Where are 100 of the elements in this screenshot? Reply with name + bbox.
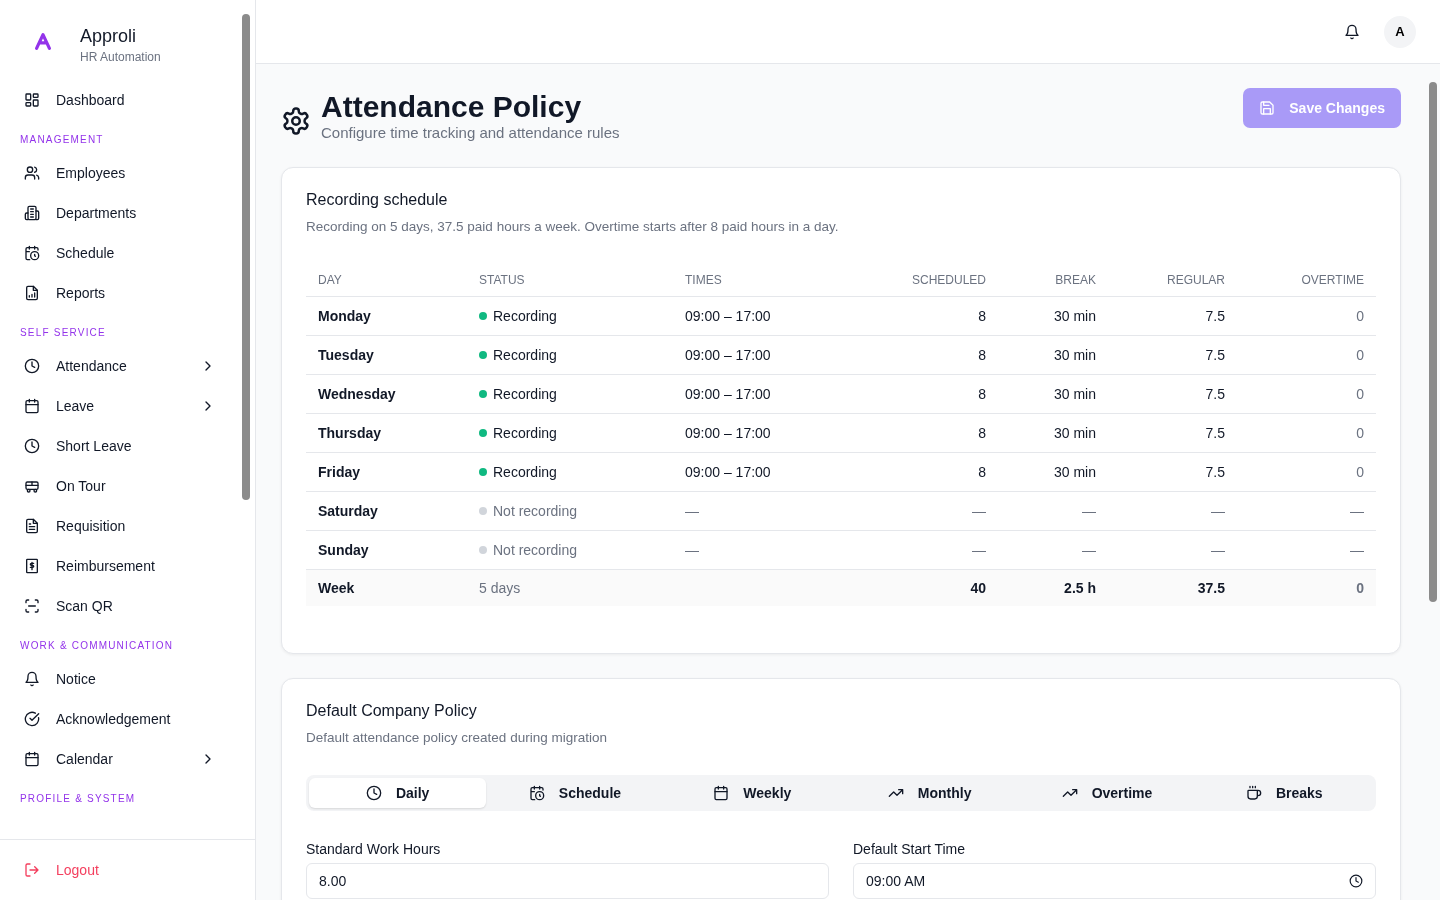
column-header: STATUS [478,273,526,287]
building-icon [24,205,40,221]
table-cell-text: — [971,542,987,558]
logout-icon [24,862,40,878]
table-cell-text: Wednesday [317,386,397,402]
nav-item[interactable]: Schedule [0,233,155,273]
table-cell-text: 0 [1355,347,1365,363]
tab[interactable]: Schedule [486,778,664,808]
nav-item[interactable]: Employees [0,153,166,193]
table-cell-text: 09:00 – 17:00 [684,347,772,363]
logo-icon [32,30,54,52]
column-header: REGULAR [1166,273,1226,287]
status-text: Not recording [493,503,578,519]
nav-item[interactable]: Reports [0,273,155,313]
table-cell-text: 30 min [1052,425,1097,441]
page-title: Attendance Policy [321,90,583,124]
table-cell-text: — [1349,503,1365,519]
tab[interactable]: Breaks [1195,778,1373,808]
table-cell-text: 7.5 [1204,308,1226,324]
status-text: Recording [493,347,557,363]
section-heading: PROFILE & SYSTEM [19,792,137,806]
file-chart-icon [24,285,40,301]
table-cell-text: 09:00 – 17:00 [684,308,772,324]
status-text: Recording [493,464,557,480]
status-text: Not recording [493,542,578,558]
table-cell-text: — [1210,503,1226,519]
table-cell-text: — [971,503,987,519]
table-cell-text: 7.5 [1204,347,1226,363]
table-cell-text: 2.5 h [1063,580,1097,596]
table-cell-text: — [1081,542,1097,558]
table-cell-text: 0 [1355,580,1365,596]
table-cell-text: Week [317,580,356,596]
logout-button[interactable]: Logout [0,850,155,890]
bell-icon [24,671,40,687]
table-cell-text: 8 [977,308,987,324]
card-title: Default Company Policy [306,702,478,720]
clock-icon [24,358,40,374]
table-cell-text: Monday [317,308,372,324]
table-cell-text: Thursday [317,425,382,441]
nav-item[interactable]: Acknowledgement [0,699,211,739]
tab[interactable]: Weekly [663,778,841,808]
card-description: Default attendance policy created during migration [306,730,608,745]
nav-item[interactable]: Requisition [0,506,166,546]
brand-subtitle: HR Automation [80,50,161,64]
cup-icon [1245,785,1262,801]
column-header: OVERTIME [1300,273,1365,287]
table-cell-text: — [684,503,700,519]
table-cell-text: — [1081,503,1097,519]
avatar-button[interactable]: A [1384,15,1416,48]
tab[interactable]: Overtime [1018,778,1196,808]
bell-icon [1344,23,1360,40]
bus-icon [24,478,40,494]
table-cell-text: 0 [1355,308,1365,324]
nav-item[interactable]: Leave [0,386,216,426]
scan-icon [24,598,40,614]
table-cell-text: 5 days [478,580,522,596]
table-cell-text: 8 [977,425,987,441]
table-cell-text: 30 min [1052,386,1097,402]
table-cell-text: Tuesday [317,347,375,363]
section-heading: MANAGEMENT [19,133,105,147]
table-cell-text: 09:00 – 17:00 [684,386,772,402]
status-text: Recording [493,386,557,402]
nav-item[interactable]: Short Leave [0,426,172,466]
tab[interactable]: Monthly [841,778,1019,808]
table-cell-text: — [684,542,700,558]
table-cell-text: 30 min [1052,308,1097,324]
nav-item[interactable]: Dashboard [0,80,165,120]
table-cell-text: Saturday [317,503,379,519]
scrollbar-thumb[interactable] [242,14,250,500]
table-cell-text: Sunday [317,542,370,558]
column-header: TIMES [684,273,723,287]
table-cell-text: 7.5 [1204,386,1226,402]
table-cell-text: Friday [317,464,361,480]
tab[interactable]: Daily [309,778,487,808]
scrollbar-thumb[interactable] [1429,82,1437,602]
nav-item[interactable]: Scan QR [0,586,155,626]
card-description: Recording on 5 days, 37.5 paid hours a week. Overtime starts after 8 paid hours in a day. [306,219,840,234]
table-cell-text: 0 [1355,464,1365,480]
time-field[interactable]: 09:00 AM [853,863,1376,899]
calendar-icon [24,398,40,414]
clock-icon [1349,874,1363,888]
table-cell-text: 8 [977,386,987,402]
table-cell-text: 0 [1355,386,1365,402]
calendar-icon [713,785,730,801]
nav-item[interactable]: Attendance [0,346,216,386]
table-cell-text: 0 [1355,425,1365,441]
nav-item[interactable]: Departments [0,193,177,233]
nav-item[interactable]: On Tour [0,466,155,506]
nav-item[interactable]: Calendar [0,739,216,779]
column-header: SCHEDULED [911,273,987,287]
field-label: Default Start Time [853,841,967,857]
nav-item[interactable]: Reimbursement [0,546,195,586]
table-cell-text: 7.5 [1204,425,1226,441]
column-header: BREAK [1054,273,1097,287]
table-cell-text: 09:00 – 17:00 [684,425,772,441]
nav-item[interactable]: Notice [0,659,155,699]
input-field[interactable]: 8.00 [306,863,829,899]
calendar-icon [24,751,40,767]
table-cell-text: 8 [977,464,987,480]
dashboard-icon [24,92,40,108]
